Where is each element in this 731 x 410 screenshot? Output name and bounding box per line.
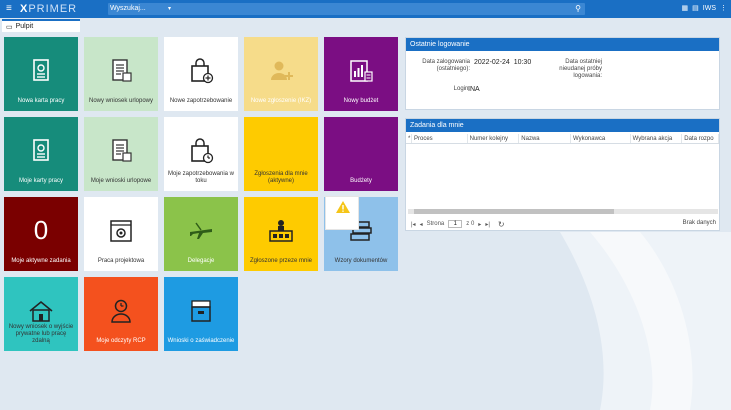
page-label: Strona [426,221,445,227]
tile-label: Moje wnioski urlopowe [90,178,152,184]
tile-6[interactable]: Moje wnioski urlopowe [84,117,158,191]
tile-10[interactable]: 0 Moje aktywne zadania [4,197,78,271]
column-header[interactable]: Numer kolejny [468,134,520,143]
column-header[interactable]: Wykonawca [571,134,631,143]
user-clock-icon [107,297,135,325]
last-login-label: Data zalogowania (ostatniego): [422,59,470,72]
tile-0[interactable]: Nowa karta pracy [4,37,78,111]
pagination: |◂ ◂ Strona 1 z 0 ▸ ▸| ↻ [406,218,719,230]
tile-label: Moje aktywne zadania [11,258,71,264]
search-icon[interactable]: ⚲ [575,4,581,14]
tile-label: Zgłoszone przeze mnie [249,258,313,264]
hamburger-menu-icon[interactable]: ≡ [6,4,16,14]
shopping-bag-clock-icon [187,137,215,165]
tile-label: Nowy wniosek o wyjście prywatne lub prac… [8,324,74,344]
tile-label: Wzory dokumentów [334,258,388,264]
panel-title: Ostatnie logowanie [406,38,719,51]
failed-login-label: Data ostatniej nieudanej próby logowania… [559,59,602,79]
tile-3[interactable]: Nowe zgłoszenie (IKZ) [244,37,318,111]
tile-8[interactable]: Zgłoszenia dla mnie (aktywne) [244,117,318,191]
form-document-icon [107,137,135,165]
top-bar: ≡ XPRIMER Wyszukaj... ▾ ⚲ ▦ ▤ IWS ⋮ [0,0,731,18]
page-input[interactable]: 1 [448,220,463,228]
tile-2[interactable]: Nowe zapotrzebowanie [164,37,238,111]
chevron-down-icon[interactable]: ▾ [168,4,171,14]
airplane-icon [187,217,215,245]
warning-icon [336,201,350,213]
tile-label: Nowe zapotrzebowanie [169,98,233,104]
header-actions: ▦ ▤ IWS ⋮ [682,3,727,15]
user-add-icon [267,57,295,85]
tile-5[interactable]: Moje karty pracy [4,117,78,191]
tile-label: Wnioski o zaświadczenie [167,338,235,344]
tile-label: Budżety [350,178,372,184]
tile-17[interactable]: Wnioski o zaświadczenie [164,277,238,351]
more-options-icon[interactable]: ⋮ [720,3,727,15]
calendar-icon[interactable]: ▦ [682,3,689,15]
tasks-panel: Zadania dla mnie * Proces Numer kolejny … [405,118,720,231]
budget-calculator-icon [347,57,375,85]
tile-13[interactable]: Zgłoszone przeze mnie [244,197,318,271]
tile-label: Nowy wniosek urlopowy [88,98,154,104]
last-page-icon[interactable]: ▸| [485,221,490,228]
user-desk-icon [267,217,295,245]
tile-label: Nowe zgłoszenie (IKZ) [250,98,312,104]
tile-label: Moje karty pracy [18,178,63,184]
tile-label: Zgłoszenia dla mnie (aktywne) [254,171,308,184]
task-count: 0 [33,215,49,245]
tile-label: Praca projektowa [97,258,145,264]
panel-title: Zadania dla mnie [406,119,719,132]
tile-15[interactable]: Nowy wniosek o wyjście prywatne lub prac… [4,277,78,351]
tile-label: Delegacje [187,258,215,264]
app-logo[interactable]: XPRIMER [20,3,77,15]
tile-1[interactable]: Nowy wniosek urlopowy [84,37,158,111]
tile-label: Nowy budżet [343,98,379,104]
tab-bar: ▭ Pulpit [0,18,731,32]
tab-label: Pulpit [15,23,34,30]
archive-box-icon [187,297,215,325]
house-icon [27,297,55,325]
refresh-icon[interactable]: ↻ [498,220,505,229]
user-label[interactable]: IWS [703,3,716,15]
login-value: INA [468,86,480,93]
login-label: Login: [453,86,470,92]
monitor-icon: ▭ [6,23,13,31]
tile-9[interactable]: Budżety [324,117,398,191]
tab-pulpit[interactable]: ▭ Pulpit [2,19,80,32]
next-page-icon[interactable]: ▸ [478,221,481,228]
tasks-grid-header: * Proces Numer kolejny Nazwa Wykonawca W… [406,134,720,144]
tile-4[interactable]: Nowy budżet [324,37,398,111]
tile-12[interactable]: Delegacje [164,197,238,271]
tile-11[interactable]: Praca projektowa [84,197,158,271]
prev-page-icon[interactable]: ◂ [420,221,423,228]
last-login-value: 2022-02-24 10:30 [474,59,532,66]
tile-label: Moje zapotrzebowania w toku [167,171,235,184]
tile-16[interactable]: Moje odczyty RCP [84,277,158,351]
column-header[interactable]: Nazwa [519,134,571,143]
messages-icon[interactable]: ▤ [692,3,699,15]
scrollbar-thumb[interactable] [414,209,614,214]
document-icon [27,57,55,85]
tile-label: Moje odczyty RCP [96,338,146,344]
column-header[interactable]: Wybrana akcja [631,134,683,143]
warning-tile[interactable] [325,196,359,230]
search-input[interactable]: Wyszukaj... [110,4,170,14]
column-header[interactable]: Proces [412,134,468,143]
no-data-label: Brak danych [682,220,716,226]
gear-window-icon [107,217,135,245]
shopping-bag-add-icon [187,57,215,85]
first-page-icon[interactable]: |◂ [411,221,416,228]
last-login-panel: Ostatnie logowanie Data zalogowania (ost… [405,37,720,110]
tile-label: Nowa karta pracy [17,98,65,104]
form-document-icon [107,57,135,85]
column-header[interactable]: Data rozpo [682,134,720,143]
search-bar[interactable]: Wyszukaj... ▾ ⚲ [108,3,585,15]
tile-7[interactable]: Moje zapotrzebowania w toku [164,117,238,191]
page-of: z 0 [466,221,475,227]
document-icon [27,137,55,165]
horizontal-scrollbar[interactable] [408,209,718,214]
